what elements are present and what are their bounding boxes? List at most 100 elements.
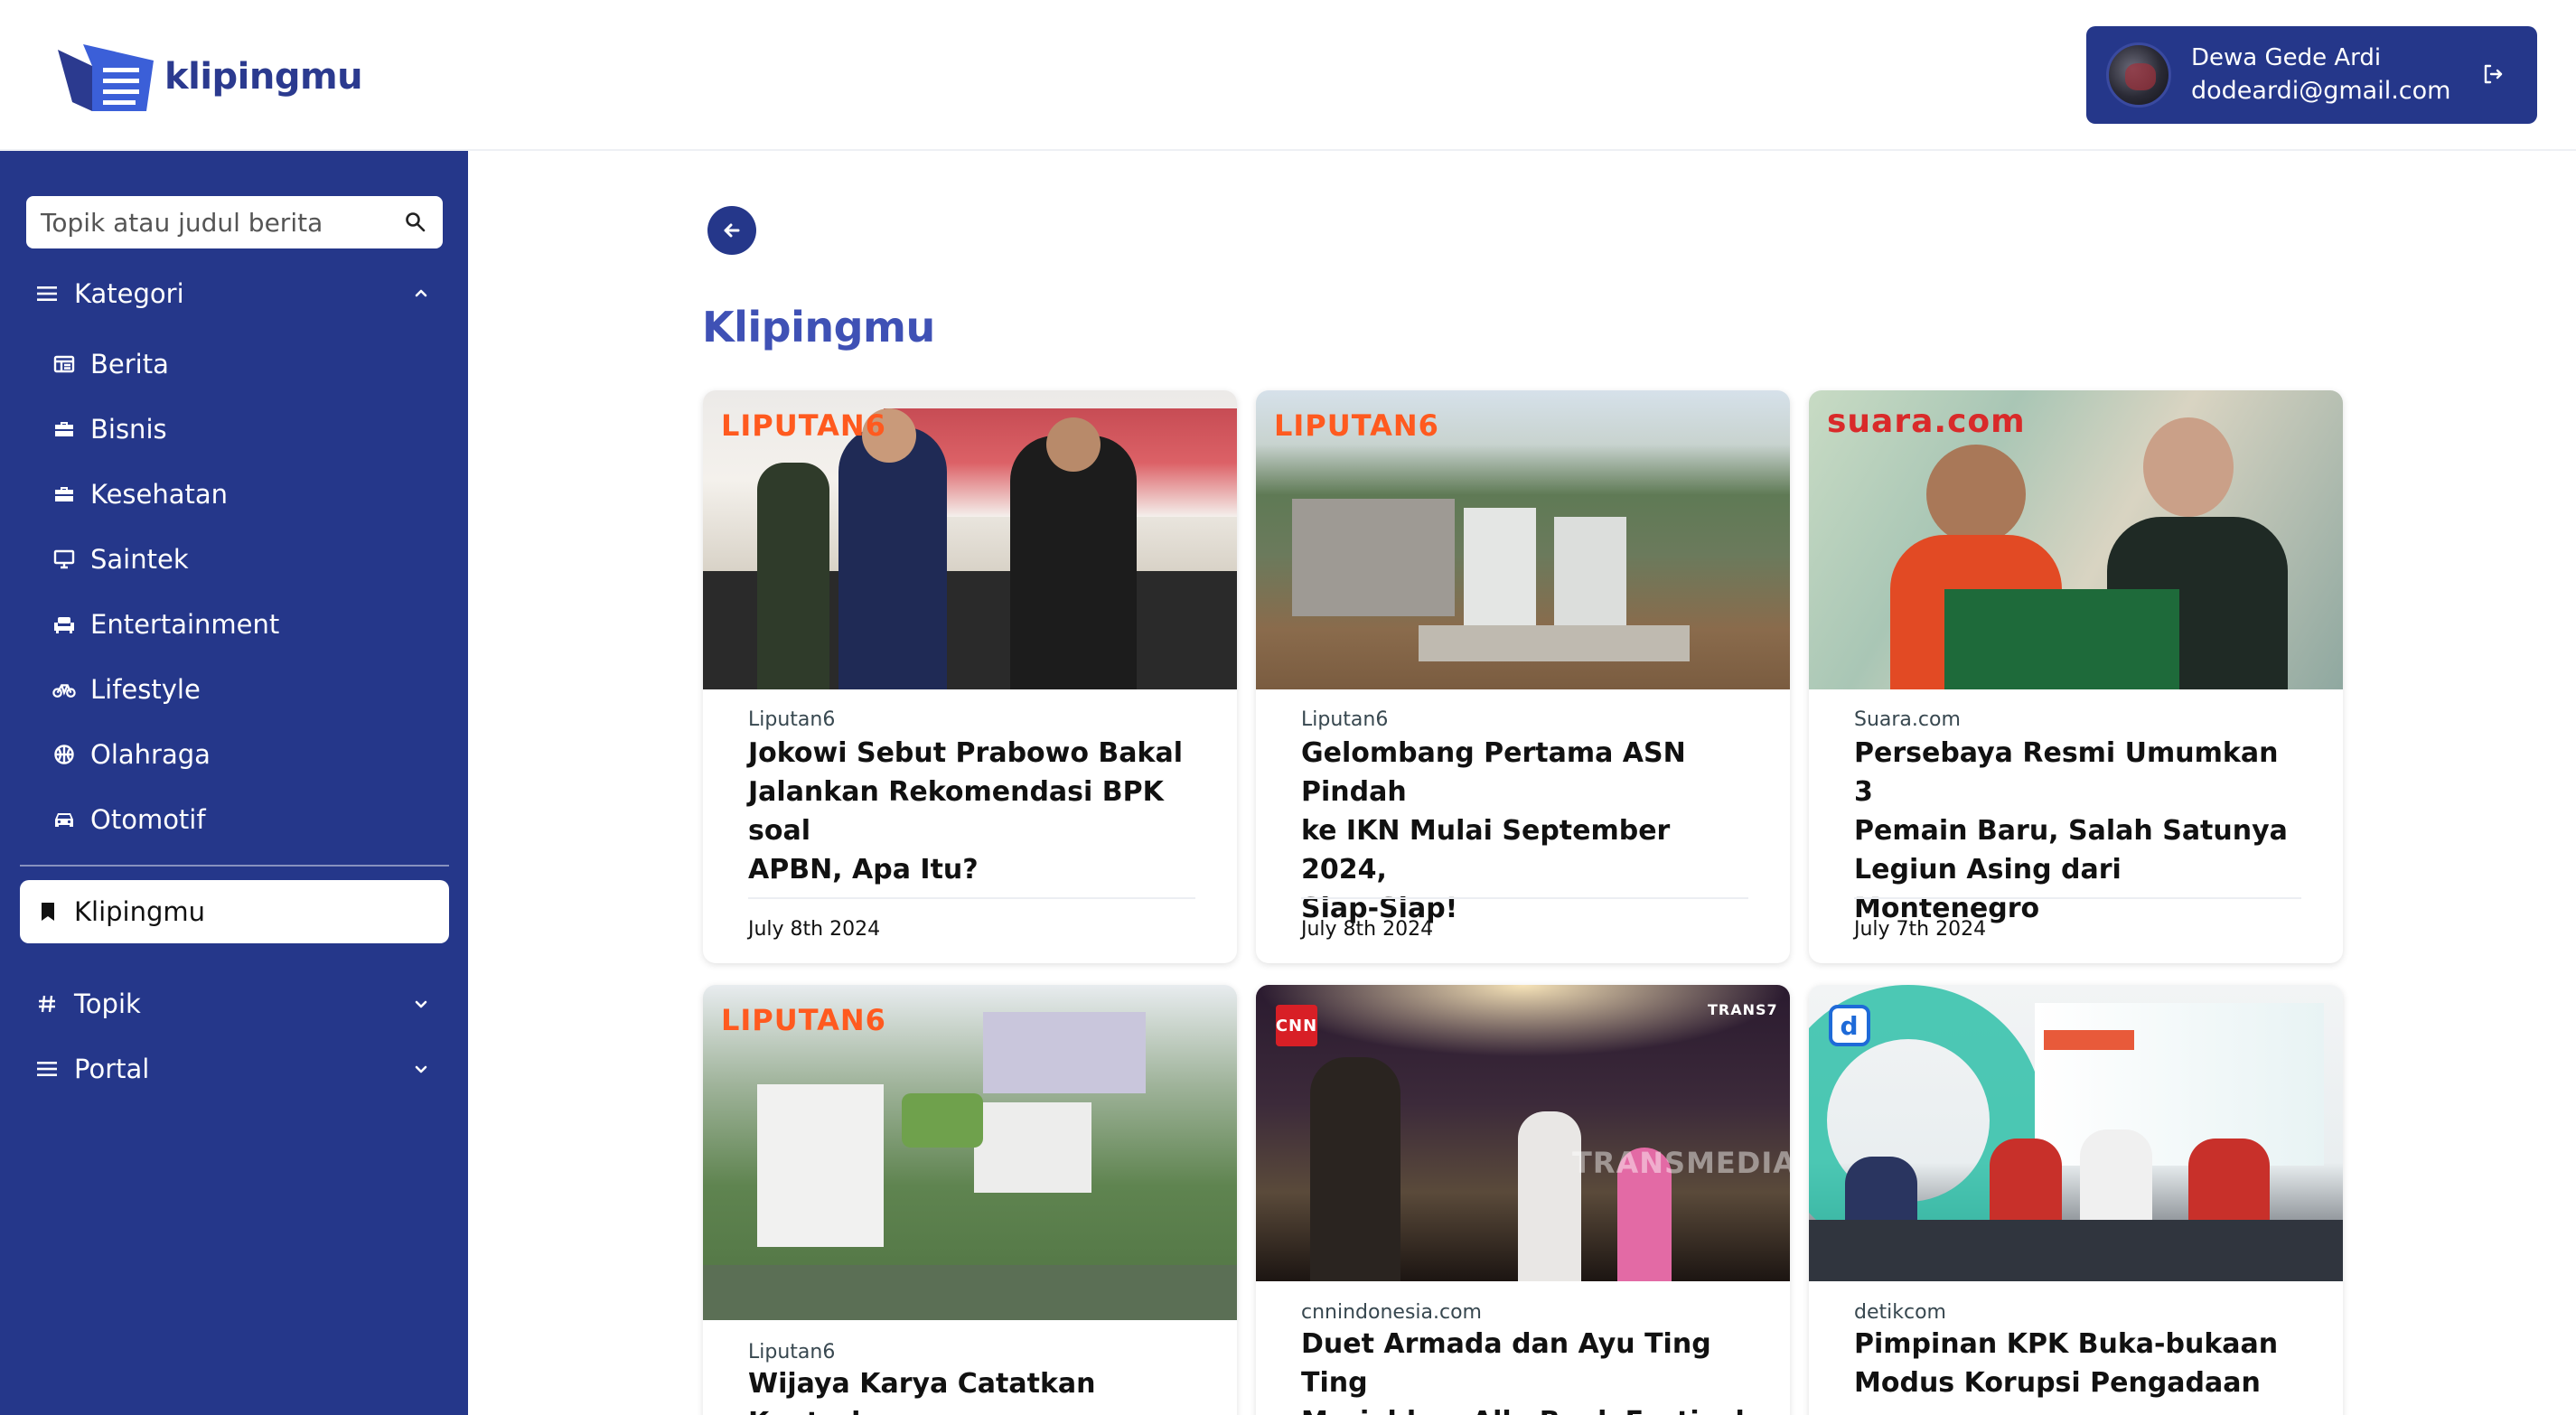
chevron-down-icon (410, 1058, 432, 1080)
couch-icon (52, 613, 76, 636)
news-thumbnail: suara.com (1809, 390, 2343, 689)
newspaper-icon (52, 352, 76, 376)
news-source: cnnindonesia.com (1301, 1301, 1482, 1324)
monitor-icon (52, 548, 76, 571)
news-card[interactable]: LIPUTAN6 Liputan6 Gelombang Pertama ASN … (1256, 390, 1790, 963)
news-date: July 7th 2024 (1854, 918, 1987, 941)
sidebar-item-lifestyle[interactable]: Lifestyle (0, 662, 468, 717)
headline-line: Modus Korupsi Pengadaan (1854, 1367, 2261, 1399)
user-profile-card[interactable]: Dewa Gede Ardi dodeardi@gmail.com (2086, 26, 2537, 124)
headline-line: APBN, Apa Itu? (748, 854, 979, 886)
headline-line: Legiun Asing dari Montenegro (1854, 854, 2122, 924)
brand-suara: suara.com (1827, 403, 2026, 440)
news-card[interactable]: LIPUTAN6 Liputan6 Jokowi Sebut Prabowo B… (703, 390, 1237, 963)
brand-detik: d (1829, 1005, 1870, 1046)
news-source: Liputan6 (1301, 708, 1389, 731)
card-divider (1854, 897, 2301, 899)
user-name: Dewa Gede Ardi (2191, 44, 2382, 71)
sidebar-item-bisnis[interactable]: Bisnis (0, 402, 468, 456)
logo-text: klipingmu (164, 56, 363, 98)
card-divider (1301, 897, 1748, 899)
sidebar-item-label: Saintek (90, 544, 189, 575)
headline-line: Meriahkan Allo Bank Festival (1301, 1402, 1753, 1415)
news-headline[interactable]: Wijaya Karya Catatkan Kontrak (748, 1364, 1200, 1415)
sidebar-item-label: Klipingmu (74, 896, 206, 927)
sidebar-item-klipingmu[interactable]: Klipingmu (20, 880, 449, 943)
sidebar-item-otomotif[interactable]: Otomotif (0, 792, 468, 847)
headline-line: Jokowi Sebut Prabowo Bakal (748, 737, 1184, 769)
news-thumbnail: LIPUTAN6 (703, 390, 1237, 689)
search-icon[interactable] (403, 210, 428, 235)
watermark-transmedia: TRANSMEDIA (1572, 1146, 1790, 1180)
menu-icon (34, 281, 60, 306)
headline-line: Pimpinan KPK Buka-bukaan (1854, 1328, 2279, 1360)
top-header: klipingmu Dewa Gede Ardi dodeardi@gmail.… (0, 0, 2576, 151)
news-headline[interactable]: Pimpinan KPK Buka-bukaan Modus Korupsi P… (1854, 1325, 2306, 1402)
news-source: Liputan6 (748, 1341, 836, 1363)
app-logo[interactable]: klipingmu (56, 36, 363, 117)
ball-icon (52, 743, 76, 766)
news-card[interactable]: suara.com Suara.com Persebaya Resmi Umum… (1809, 390, 2343, 963)
news-thumbnail: LIPUTAN6 (1256, 390, 1790, 689)
back-button[interactable] (707, 206, 756, 255)
news-thumbnail: LIPUTAN6 (703, 985, 1237, 1320)
nav-portal-label: Portal (74, 1054, 150, 1084)
sidebar-item-olahraga[interactable]: Olahraga (0, 727, 468, 782)
search-placeholder: Topik atau judul berita (41, 207, 323, 238)
nav-portal[interactable]: Portal (0, 1042, 468, 1096)
chevron-up-icon (410, 283, 432, 305)
news-source: Liputan6 (748, 708, 836, 731)
headline-line: Duet Armada dan Ayu Ting Ting (1301, 1328, 1711, 1399)
sidebar-item-berita[interactable]: Berita (0, 337, 468, 391)
sidebar-item-saintek[interactable]: Saintek (0, 532, 468, 586)
nav-topik-label: Topik (74, 989, 141, 1019)
news-card[interactable]: LIPUTAN6 Liputan6 Wijaya Karya Catatkan … (703, 985, 1237, 1415)
nav-topik[interactable]: Topik (0, 977, 468, 1031)
headline-line: ke IKN Mulai September 2024, (1301, 815, 1671, 886)
sidebar-item-label: Otomotif (90, 804, 206, 835)
card-divider (748, 897, 1195, 899)
sidebar: Topik atau judul berita Kategori Berita … (0, 151, 468, 1415)
news-source: Suara.com (1854, 708, 1961, 731)
arrow-left-icon (724, 223, 740, 238)
sidebar-item-kesehatan[interactable]: Kesehatan (0, 467, 468, 521)
nav-kategori[interactable]: Kategori (0, 267, 468, 321)
news-headline[interactable]: Jokowi Sebut Prabowo Bakal Jalankan Reko… (748, 734, 1200, 889)
news-headline[interactable]: Duet Armada dan Ayu Ting Ting Meriahkan … (1301, 1325, 1753, 1415)
headline-line: Pemain Baru, Salah Satunya (1854, 815, 2288, 847)
user-info: Dewa Gede Ardi dodeardi@gmail.com (2191, 42, 2450, 108)
user-email: dodeardi@gmail.com (2191, 77, 2451, 105)
headline-line: Jalankan Rekomendasi BPK soal (748, 776, 1164, 847)
news-card[interactable]: CNN TRANS7 TRANSMEDIA cnnindonesia.com D… (1256, 985, 1790, 1415)
car-icon (52, 808, 76, 831)
news-source: detikcom (1854, 1301, 1946, 1324)
sidebar-item-label: Kesehatan (90, 479, 229, 510)
menu-icon (34, 1056, 60, 1082)
brand-liputan6: LIPUTAN6 (1274, 408, 1439, 443)
sidebar-divider (20, 865, 449, 867)
headline-line: Persebaya Resmi Umumkan 3 (1854, 737, 2279, 808)
avatar (2106, 42, 2171, 108)
news-card[interactable]: d detikcom Pimpinan KPK Buka-bukaan Modu… (1809, 985, 2343, 1415)
logo-icon (56, 39, 155, 115)
page-title: Klipingmu (702, 303, 935, 351)
logout-icon[interactable] (2481, 62, 2505, 86)
sidebar-item-entertainment[interactable]: Entertainment (0, 597, 468, 651)
brand-liputan6: LIPUTAN6 (721, 1003, 886, 1037)
search-input[interactable]: Topik atau judul berita (26, 196, 443, 248)
brand-liputan6: LIPUTAN6 (721, 408, 886, 443)
bicycle-icon (52, 678, 76, 701)
sidebar-item-label: Berita (90, 349, 169, 380)
sidebar-item-label: Bisnis (90, 414, 167, 445)
sidebar-item-label: Entertainment (90, 609, 280, 640)
medkit-icon (52, 483, 76, 506)
brand-trans7: TRANS7 (1708, 1001, 1778, 1018)
news-thumbnail: CNN TRANS7 TRANSMEDIA (1256, 985, 1790, 1281)
sidebar-item-label: Lifestyle (90, 674, 201, 705)
chevron-down-icon (410, 993, 432, 1015)
bookmark-icon (36, 900, 60, 923)
briefcase-icon (52, 417, 76, 441)
news-date: July 8th 2024 (748, 918, 881, 941)
news-date: July 8th 2024 (1301, 918, 1434, 941)
headline-line: Gelombang Pertama ASN Pindah (1301, 737, 1686, 808)
